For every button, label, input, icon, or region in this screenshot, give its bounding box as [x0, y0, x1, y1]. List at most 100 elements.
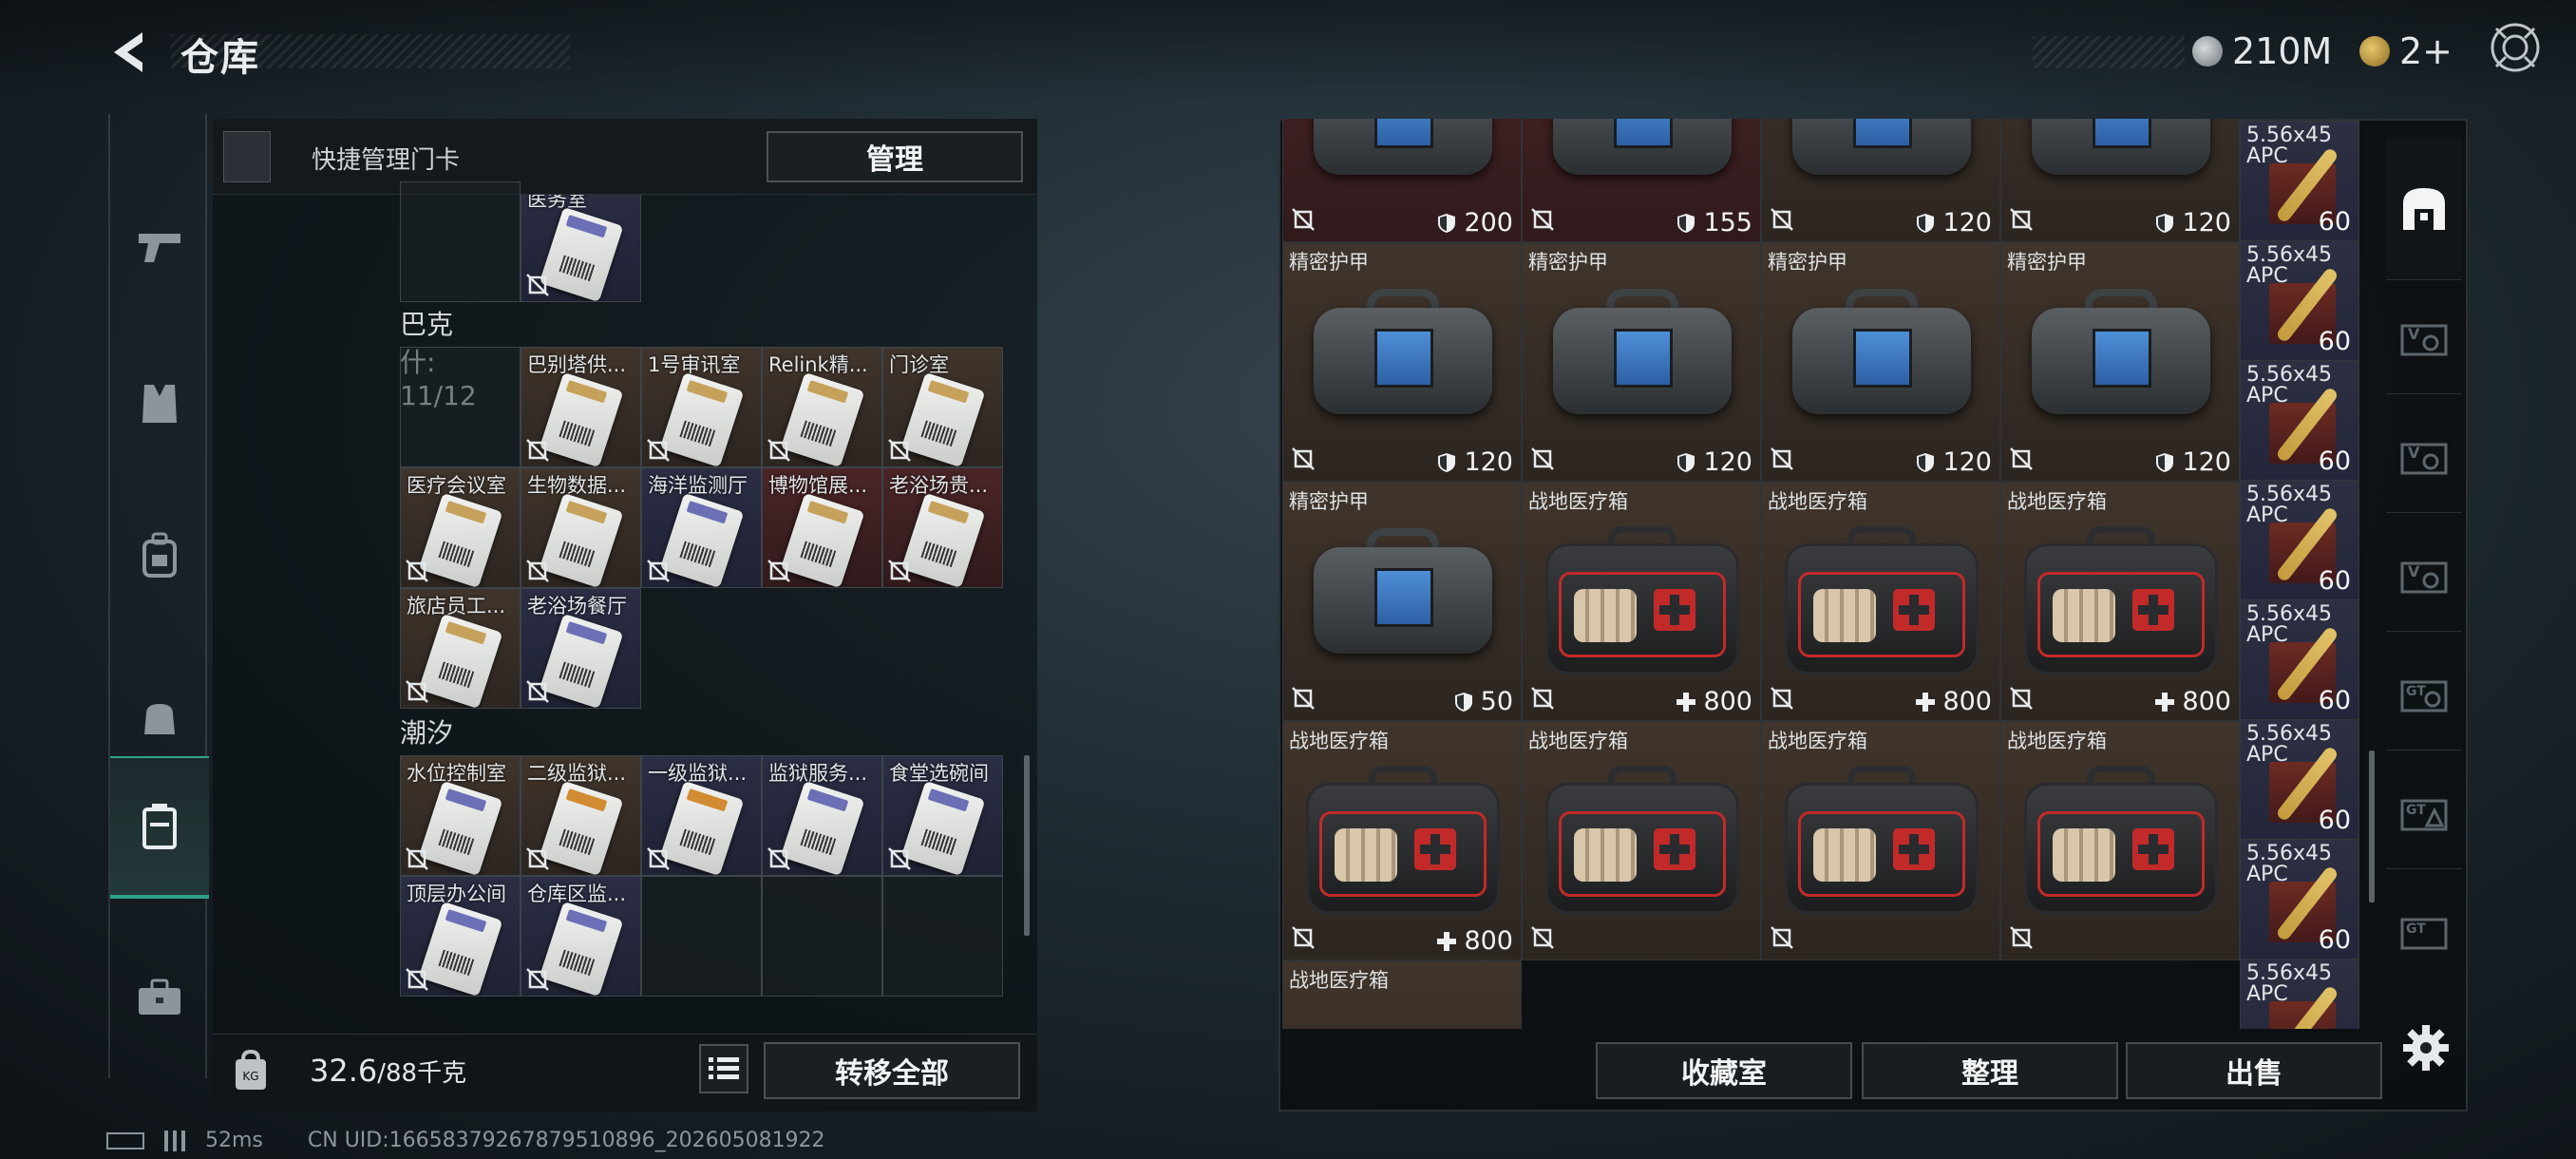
item-label: 战地医疗箱 [1528, 730, 1628, 752]
keycard-slot[interactable]: 医疗会议室 [400, 467, 521, 588]
shield-icon [1917, 452, 1935, 472]
armor-plate [1374, 119, 1433, 148]
keycard-slot[interactable]: 博物馆展... [762, 467, 882, 588]
keycard-slot[interactable]: 旅店员工... [400, 588, 521, 709]
collection-room-button[interactable]: 收藏室 [1596, 1042, 1852, 1099]
armor-image [1553, 289, 1732, 414]
storage-tab-gt3[interactable]: GT [2386, 874, 2462, 988]
sort-button[interactable]: 整理 [1862, 1042, 2118, 1099]
target-icon [2491, 23, 2540, 72]
keycard-slot[interactable]: 门诊室 [882, 347, 1003, 467]
keycard-slot[interactable]: 医务室 [521, 195, 641, 302]
vest-icon [142, 385, 177, 423]
keycard-label: 旅店员工... [407, 595, 506, 618]
storage-tab-home[interactable] [2386, 138, 2462, 280]
keycard-slot[interactable]: 顶层办公间 [400, 876, 521, 997]
keycard-slot[interactable]: 仓库区监... [521, 876, 641, 997]
keycard-slot[interactable]: 一级监狱... [641, 755, 762, 876]
armor-item[interactable]: 精密护甲120 [2000, 119, 2240, 242]
medkit-pad [2053, 828, 2115, 882]
list-view-button[interactable] [699, 1044, 748, 1093]
storage-tab-gt2[interactable]: GT [2386, 755, 2462, 869]
backpack-tab[interactable] [110, 484, 209, 627]
armor-item[interactable]: 精密护甲120 [1761, 242, 2000, 482]
keycard-image [659, 780, 745, 875]
no-extract-icon [1771, 687, 1793, 710]
armor-tab[interactable] [110, 332, 209, 475]
ammo-count: 60 [2318, 446, 2351, 476]
storage-tab-gt1[interactable]: GT [2386, 636, 2462, 750]
ammo-item[interactable]: 5.56x45 APC60 [2240, 360, 2359, 481]
ammo-item[interactable]: 5.56x45 APC60 [2240, 240, 2359, 361]
back-button[interactable] [104, 25, 160, 80]
medkit-item[interactable]: 战地医疗箱 800 [1761, 482, 2000, 721]
ammo-item[interactable]: 5.56x45 APC60 [2240, 959, 2359, 1029]
armor-item[interactable]: 精密护甲120 [1761, 119, 2000, 242]
ammo-item[interactable]: 5.56x45 APC60 [2240, 599, 2359, 720]
keycard-slot[interactable]: 老浴场贵... [882, 467, 1003, 588]
keycard-slot[interactable]: 监狱服务... [762, 755, 882, 876]
item-label: 战地医疗箱 [1768, 490, 1867, 513]
ammo-label: 5.56x45 APC [2246, 243, 2332, 288]
storage-tab-v3[interactable]: V [2386, 518, 2462, 632]
item-value-text: 120 [2182, 208, 2231, 238]
keycard-tab[interactable] [110, 756, 209, 899]
armor-plate [2093, 329, 2151, 388]
keycard-slot[interactable]: 生物数据... [521, 467, 641, 588]
armor-item[interactable]: 200 [1282, 119, 1522, 242]
vault-v-icon: V [2400, 324, 2448, 355]
keycard-slot[interactable]: 巴别塔供... [521, 347, 641, 467]
keycard-image [659, 371, 745, 466]
ammo-count: 60 [2318, 686, 2351, 715]
keycard-slot[interactable]: 食堂选碗间 [882, 755, 1003, 876]
keycard-slot[interactable]: 水位控制室 [400, 755, 521, 876]
transfer-all-button[interactable]: 转移全部 [764, 1042, 1020, 1099]
medkit-image [1545, 526, 1739, 674]
settings-button[interactable] [2401, 1023, 2451, 1073]
medkit-item[interactable]: 战地医疗箱 [1522, 721, 1761, 960]
storage-scrollbar[interactable] [2369, 750, 2375, 902]
armor-item[interactable]: 精密护甲120 [1522, 242, 1761, 482]
keycard-slot[interactable]: 海洋监测厅 [641, 467, 762, 588]
ammo-item[interactable]: 5.56x45 APC60 [2240, 480, 2359, 600]
keycard-image [539, 371, 624, 466]
keycard-slot[interactable]: 老浴场餐厅 [521, 588, 641, 709]
medkit-image [2024, 526, 2218, 674]
storage-tab-v1[interactable]: V [2386, 280, 2462, 394]
keycard-slot[interactable]: 二级监狱... [521, 755, 641, 876]
sell-button[interactable]: 出售 [2126, 1042, 2382, 1099]
storage-tab-v2[interactable]: V [2386, 399, 2462, 513]
keycard-slot[interactable]: Relink精... [762, 347, 882, 467]
ammo-label: 5.56x45 APC [2246, 483, 2332, 527]
item-value: 800 [1435, 926, 1513, 956]
keycard-label: 博物馆展... [768, 474, 868, 497]
case-tab[interactable] [110, 926, 209, 1069]
medkit-item[interactable]: 战地医疗箱 [1761, 721, 2000, 960]
currency-token-display[interactable]: 2+ [2359, 25, 2453, 78]
medkit-item[interactable]: 战地医疗箱 [1282, 960, 1522, 1029]
item-value: 120 [1435, 447, 1513, 477]
no-extract-icon [406, 680, 428, 703]
keycard-slot[interactable]: 1号审讯室 [641, 347, 762, 467]
currency-coin-display[interactable]: 210M [2192, 25, 2332, 78]
manage-button[interactable]: 管理 [767, 131, 1023, 182]
armor-item[interactable]: 高级护甲155 [1522, 119, 1761, 242]
menu-button[interactable] [2485, 17, 2546, 78]
medkit-item[interactable]: 战地医疗箱 800 [1522, 482, 1761, 721]
signal-icon [164, 1130, 185, 1151]
weapon-tab[interactable] [110, 176, 209, 318]
keycard-scrollbar[interactable] [1024, 755, 1030, 936]
armor-item[interactable]: 精密护甲120 [1282, 242, 1522, 482]
weight-current: 32.6 [310, 1053, 378, 1089]
medkit-item[interactable]: 战地医疗箱 800 [1282, 721, 1522, 960]
medkit-item[interactable]: 战地医疗箱 [2000, 721, 2240, 960]
no-extract-icon [1771, 447, 1793, 470]
ammo-item[interactable]: 5.56x45 APC60 [2240, 719, 2359, 840]
ammo-item[interactable]: 5.56x45 APC60 [2240, 839, 2359, 960]
armor-item[interactable]: 精密护甲 50 [1282, 482, 1522, 721]
no-extract-icon [1292, 447, 1315, 470]
medkit-item[interactable]: 战地医疗箱 800 [2000, 482, 2240, 721]
armor-item[interactable]: 精密护甲120 [2000, 242, 2240, 482]
ammo-item[interactable]: 5.56x45 APC60 [2240, 121, 2359, 241]
weight-max: /88千克 [377, 1059, 467, 1088]
